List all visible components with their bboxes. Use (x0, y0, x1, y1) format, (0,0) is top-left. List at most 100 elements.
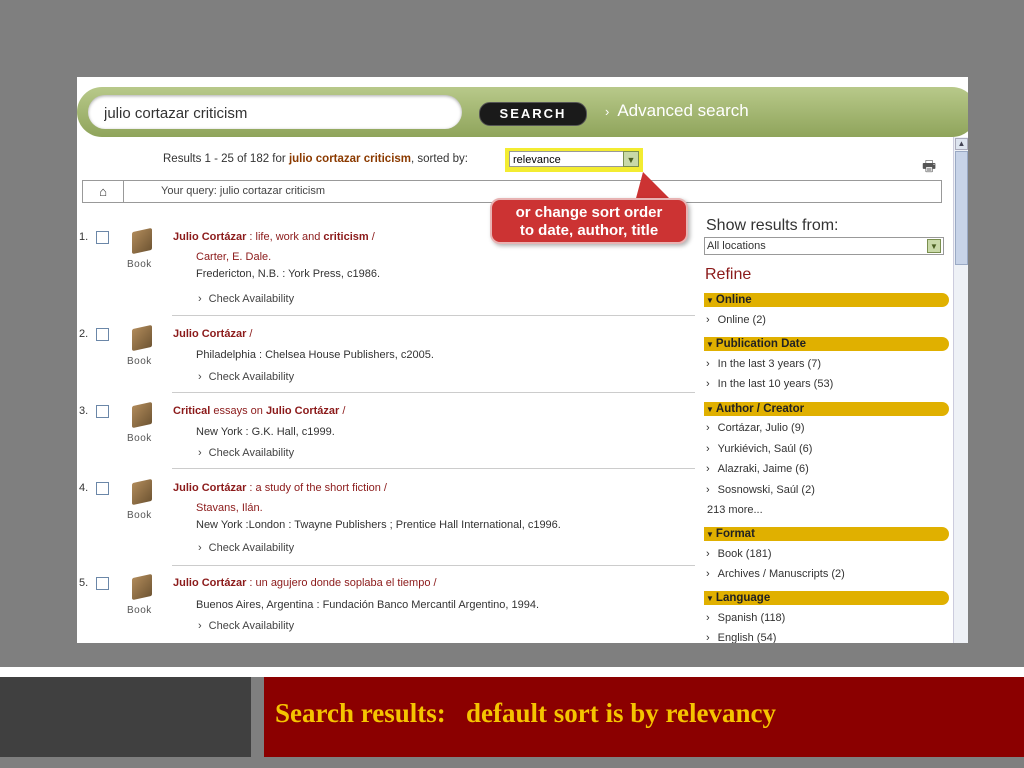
result-separator (172, 468, 695, 469)
facet-item-label: Spanish (118) (717, 612, 786, 624)
facet-item-label: Online (2) (717, 314, 766, 326)
result-type: Book (127, 433, 152, 444)
advanced-search-link[interactable]: › Advanced search (605, 101, 749, 121)
chevron-right-icon: › (706, 632, 710, 643)
facet-item[interactable]: › Spanish (118) (706, 612, 785, 624)
result-title-main: Julio Cortázar (173, 482, 247, 494)
result-row: 5. Book Julio Cortázar : un agujero dond… (77, 573, 695, 637)
check-availability-link[interactable]: › Check Availability (198, 447, 294, 459)
facet-item-label: Book (181) (717, 548, 772, 560)
triangle-down-icon: ▼ (706, 530, 714, 539)
result-separator (172, 315, 695, 316)
result-title[interactable]: Julio Cortázar : a study of the short fi… (173, 482, 387, 494)
result-title[interactable]: Julio Cortázar : un agujero donde soplab… (173, 577, 437, 589)
result-title-bold: criticism (323, 231, 369, 243)
result-author[interactable]: Carter, E. Dale. (196, 251, 271, 263)
slide-divider (0, 667, 1024, 677)
facet-item-label: Archives / Manuscripts (2) (717, 568, 845, 580)
facet-title: Language (715, 592, 771, 604)
result-checkbox[interactable] (96, 482, 109, 495)
footer-band-left (0, 677, 251, 757)
result-separator (172, 392, 695, 393)
result-title[interactable]: Julio Cortázar / (173, 328, 252, 340)
book-icon (132, 478, 152, 506)
vertical-scrollbar[interactable]: ▲ (953, 137, 968, 643)
sort-select[interactable]: relevance (509, 151, 633, 167)
result-publication: Fredericton, N.B. : York Press, c1986. (196, 268, 381, 280)
facet-item-label: English (54) (717, 632, 777, 643)
result-publication: Buenos Aires, Argentina : Fundación Banc… (196, 599, 540, 611)
chevron-right-icon: › (198, 620, 202, 632)
check-availability-link[interactable]: › Check Availability (198, 371, 294, 383)
chevron-right-icon: › (198, 447, 202, 459)
check-availability-link[interactable]: › Check Availability (198, 542, 294, 554)
result-publication: Philadelphia : Chelsea House Publishers,… (196, 349, 434, 361)
check-availability-label: Check Availability (208, 371, 295, 383)
result-number: 2. (79, 328, 89, 340)
result-author[interactable]: Stavans, Ilán. (196, 502, 263, 514)
facet-item[interactable]: › Book (181) (706, 548, 771, 560)
location-select-value: All locations (707, 240, 766, 252)
result-title-rest: : a study of the short fiction / (246, 482, 387, 494)
result-title-main: Julio Cortázar (265, 405, 340, 417)
facet-header-online[interactable]: ▼ Online (704, 293, 949, 307)
facet-more-link[interactable]: 213 more... (707, 504, 763, 516)
facet-item[interactable]: › English (54) (706, 632, 776, 643)
result-title[interactable]: Julio Cortázar : life, work and criticis… (173, 231, 375, 243)
book-icon (132, 573, 152, 601)
result-checkbox[interactable] (96, 328, 109, 341)
result-title[interactable]: Critical essays on Julio Cortázar / (173, 405, 345, 417)
facet-header-publication-date[interactable]: ▼ Publication Date (704, 337, 949, 351)
scrollbar-thumb[interactable] (955, 151, 968, 265)
check-availability-link[interactable]: › Check Availability (198, 620, 294, 632)
chevron-right-icon: › (706, 358, 710, 370)
result-separator (172, 565, 695, 566)
print-icon[interactable]: 🖶 (922, 156, 936, 181)
search-input[interactable] (102, 101, 446, 125)
result-number: 4. (79, 482, 89, 494)
result-type: Book (127, 356, 152, 367)
facet-item[interactable]: › Alazraki, Jaime (6) (706, 463, 809, 475)
chevron-right-icon: › (198, 542, 202, 554)
facet-item[interactable]: › Cortázar, Julio (9) (706, 422, 804, 434)
check-availability-label: Check Availability (208, 447, 295, 459)
facet-item-label: In the last 10 years (53) (717, 378, 834, 390)
chevron-right-icon: › (198, 371, 202, 383)
dropdown-arrow-icon[interactable]: ▼ (623, 151, 639, 167)
facet-header-format[interactable]: ▼ Format (704, 527, 949, 541)
location-select[interactable]: All locations ▼ (704, 237, 944, 255)
scroll-up-icon[interactable]: ▲ (955, 138, 968, 150)
triangle-down-icon: ▼ (706, 405, 714, 414)
facet-item[interactable]: › In the last 3 years (7) (706, 358, 821, 370)
book-icon (132, 401, 152, 429)
facet-item[interactable]: › Online (2) (706, 314, 766, 326)
result-checkbox[interactable] (96, 231, 109, 244)
result-title-rest: essays on (210, 405, 266, 417)
search-box (88, 95, 462, 129)
facet-header-author[interactable]: ▼ Author / Creator (704, 402, 949, 416)
triangle-down-icon: ▼ (706, 594, 714, 603)
home-icon[interactable]: ⌂ (83, 181, 124, 202)
result-number: 1. (79, 231, 89, 243)
result-checkbox[interactable] (96, 405, 109, 418)
screenshot-panel: SEARCH › Advanced search Results 1 - 25 o… (77, 77, 968, 643)
facet-item[interactable]: › Archives / Manuscripts (2) (706, 568, 845, 580)
facet-header-language[interactable]: ▼ Language (704, 591, 949, 605)
result-row: 1. Book Julio Cortázar : life, work and … (77, 227, 695, 311)
facet-item[interactable]: › Yurkiévich, Saúl (6) (706, 443, 812, 455)
result-title-rest: / (246, 328, 253, 340)
dropdown-arrow-icon[interactable]: ▼ (927, 239, 941, 253)
refine-heading: Refine (705, 266, 752, 283)
facet-item[interactable]: › Sosnowski, Saúl (2) (706, 484, 815, 496)
check-availability-link[interactable]: › Check Availability (198, 293, 294, 305)
result-checkbox[interactable] (96, 577, 109, 590)
search-bar: SEARCH › Advanced search (77, 77, 968, 139)
result-number: 3. (79, 405, 89, 417)
result-title-main: Julio Cortázar (173, 231, 247, 243)
search-button[interactable]: SEARCH (479, 102, 587, 126)
result-number: 5. (79, 577, 89, 589)
result-title-main: Julio Cortázar (173, 577, 247, 589)
facet-item[interactable]: › In the last 10 years (53) (706, 378, 833, 390)
facet-title: Format (715, 528, 755, 540)
result-type: Book (127, 510, 152, 521)
